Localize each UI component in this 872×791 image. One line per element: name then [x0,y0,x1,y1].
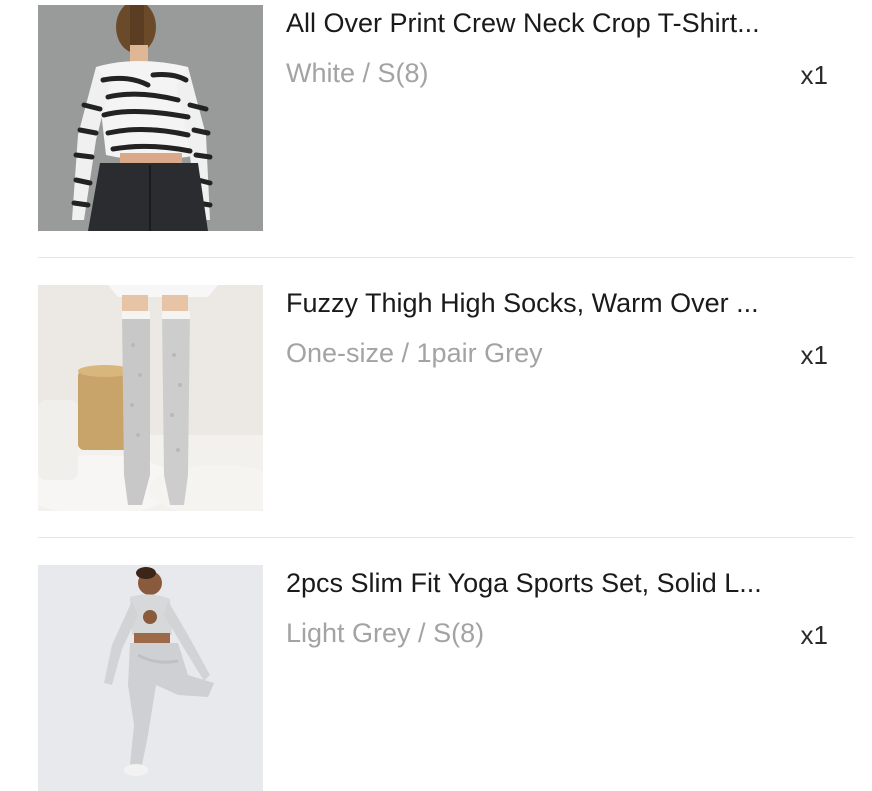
product-image[interactable] [38,565,263,791]
divider [38,537,854,538]
order-item[interactable]: All Over Print Crew Neck Crop T-Shirt...… [38,5,854,231]
product-photo-zebra-crop-top [38,5,263,231]
product-photo-thigh-high-socks [38,285,263,511]
order-item-list: All Over Print Crew Neck Crop T-Shirt...… [0,0,872,791]
product-variant: White / S(8) [286,58,429,88]
product-variant: One-size / 1pair Grey [286,338,543,368]
product-quantity: x1 [800,620,828,650]
order-item[interactable]: Fuzzy Thigh High Socks, Warm Over ... On… [38,285,854,511]
product-title[interactable]: All Over Print Crew Neck Crop T-Shirt... [286,7,826,39]
product-quantity: x1 [800,60,828,90]
divider [38,257,854,258]
order-item[interactable]: 2pcs Slim Fit Yoga Sports Set, Solid L..… [38,565,854,791]
product-title[interactable]: 2pcs Slim Fit Yoga Sports Set, Solid L..… [286,567,826,599]
product-title[interactable]: Fuzzy Thigh High Socks, Warm Over ... [286,287,826,319]
product-photo-yoga-set [38,565,263,791]
product-image[interactable] [38,285,263,511]
product-quantity: x1 [800,340,828,370]
product-variant: Light Grey / S(8) [286,618,485,648]
product-image[interactable] [38,5,263,231]
